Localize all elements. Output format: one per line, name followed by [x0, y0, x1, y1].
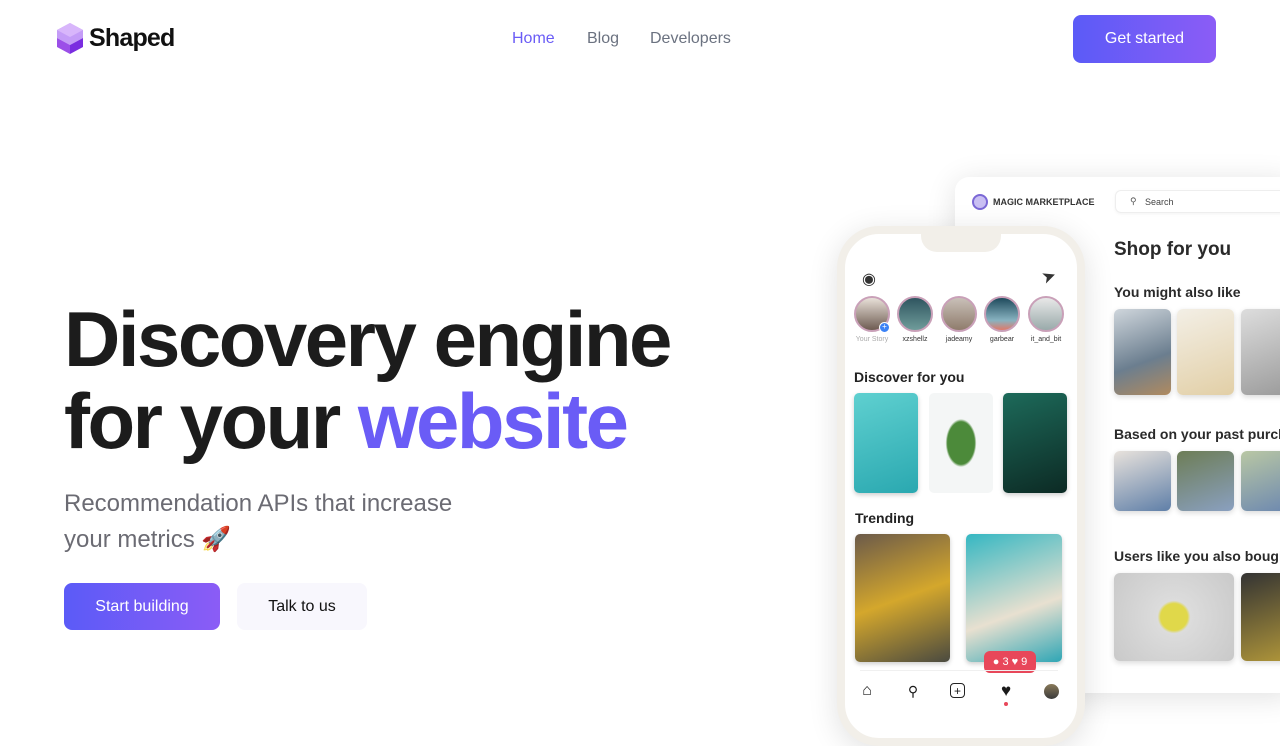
search-placeholder: Search	[1145, 197, 1174, 207]
section-title: You might also like	[1114, 284, 1241, 300]
story-avatar[interactable]	[984, 296, 1020, 332]
home-icon[interactable]: ⌂	[858, 682, 876, 700]
nav-developers[interactable]: Developers	[650, 30, 731, 48]
profile-avatar[interactable]	[1044, 684, 1059, 699]
story-label: garbear	[989, 336, 1015, 343]
discover-image[interactable]	[854, 393, 918, 493]
story-avatar[interactable]	[1028, 296, 1064, 332]
shop-title: Shop for you	[1114, 239, 1232, 260]
trending-image[interactable]	[855, 534, 950, 662]
product-image[interactable]	[1177, 451, 1234, 511]
title-accent: website	[357, 377, 629, 465]
peace-icon	[972, 194, 988, 210]
title-line-1: Discovery engine	[64, 295, 672, 383]
discover-title: Discover for you	[854, 369, 965, 385]
title-line-2: for your	[64, 377, 341, 465]
discover-image[interactable]	[1003, 393, 1067, 493]
product-image[interactable]	[1177, 309, 1234, 395]
phone-mockup: ◉ ➤ + Your Story xzshellz jadeamy garbea…	[837, 226, 1085, 746]
brand-name: Shaped	[89, 24, 175, 52]
start-building-button[interactable]: Start building	[64, 583, 220, 630]
nav-blog[interactable]: Blog	[587, 30, 619, 48]
story-avatar[interactable]	[941, 296, 977, 332]
like-count: 9	[1021, 656, 1028, 668]
product-image[interactable]	[1241, 573, 1280, 661]
add-story-icon[interactable]: +	[879, 322, 890, 333]
hero-subtitle: Recommendation APIs that increase your m…	[64, 490, 453, 553]
comment-count: 3	[1002, 656, 1009, 668]
phone-notch	[921, 226, 1001, 252]
trending-image[interactable]	[966, 534, 1062, 662]
story-label: xzshellz	[902, 336, 928, 343]
section-title: Based on your past purcha	[1114, 426, 1280, 442]
story-avatar[interactable]	[897, 296, 933, 332]
hero-title: Discovery engine for your website	[64, 295, 672, 465]
activity-heart-icon[interactable]: ♥	[997, 681, 1015, 700]
product-image[interactable]	[1114, 573, 1234, 661]
product-image[interactable]	[1241, 309, 1280, 395]
search-icon[interactable]: ⚲	[904, 682, 922, 700]
tab-divider	[860, 670, 1058, 671]
search-icon: ⚲	[1130, 196, 1137, 206]
product-image[interactable]	[1114, 309, 1171, 395]
talk-to-us-button[interactable]: Talk to us	[237, 583, 367, 630]
marketplace-search[interactable]: ⚲ Search	[1115, 190, 1280, 213]
story-label: it_and_bit	[1030, 336, 1062, 343]
trending-title: Trending	[855, 510, 915, 526]
marketplace-brand: MAGIC MARKETPLACE	[993, 197, 1095, 207]
add-post-icon[interactable]: +	[950, 683, 965, 698]
discover-image[interactable]	[929, 393, 993, 493]
product-image[interactable]	[1114, 451, 1171, 511]
logo[interactable]	[56, 23, 84, 54]
logo-cube-icon	[57, 23, 83, 54]
active-dot	[1004, 702, 1008, 706]
camera-icon[interactable]: ◉	[862, 269, 876, 289]
send-icon[interactable]: ➤	[1039, 265, 1059, 289]
get-started-button[interactable]: Get started	[1073, 15, 1216, 63]
product-image[interactable]	[1241, 451, 1280, 511]
section-title: Users like you also bought	[1114, 548, 1280, 564]
nav-home[interactable]: Home	[512, 30, 555, 48]
comment-icon: ●	[992, 656, 1000, 668]
heart-icon: ♥	[1011, 656, 1019, 668]
